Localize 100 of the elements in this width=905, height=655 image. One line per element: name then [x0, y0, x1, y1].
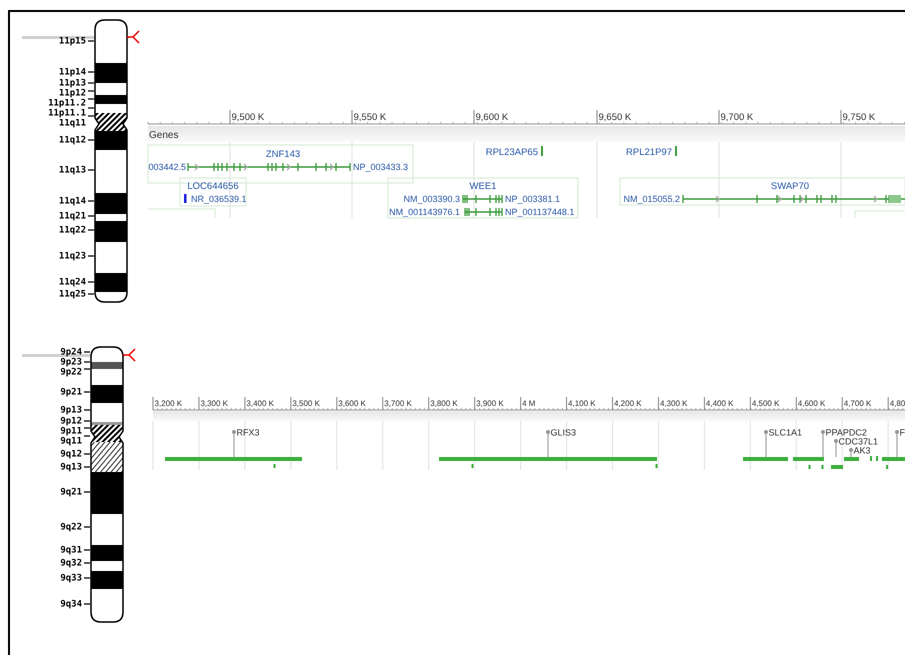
band-label: 11q11 — [58, 118, 86, 128]
band-label: 9q11 — [60, 436, 82, 446]
tick-mark — [88, 229, 94, 231]
ruler-label: 4,400 K — [706, 399, 734, 408]
tick-mark — [84, 577, 90, 579]
gene-label: GLIS3 — [550, 428, 576, 438]
accession-label: NP_003381.1 — [505, 194, 560, 204]
ruler-label: 3,200 K — [154, 399, 182, 408]
ruler-label: 4,80 — [890, 399, 905, 408]
tick-mark — [88, 281, 94, 283]
tick-mark — [88, 255, 94, 257]
ruler-label: 3,300 K — [200, 399, 228, 408]
gene-label: SWAP70 — [770, 181, 810, 192]
gene-label: PPAPDC2 — [826, 428, 867, 438]
gene-pin — [232, 430, 236, 458]
accession-label: NR_036539.1 — [191, 194, 247, 204]
gene-model — [462, 195, 503, 203]
band-label: 9p22 — [60, 367, 82, 378]
gene-pin — [821, 430, 825, 458]
tick-mark — [88, 293, 94, 295]
ruler-label: 9,550 K — [354, 112, 386, 123]
tick-mark — [84, 562, 90, 564]
band-label: 9q13 — [60, 462, 82, 472]
band-label: 9p24 — [60, 347, 82, 358]
position-marker-icon — [122, 348, 136, 362]
tick-mark — [84, 409, 90, 411]
band-label: 9p11 — [60, 426, 82, 436]
band-label: 9p13 — [60, 405, 82, 416]
position-marker-icon — [126, 30, 140, 44]
ruler-label: 9,500 K — [232, 112, 264, 123]
tick-mark — [84, 466, 90, 468]
gene-bar — [831, 465, 843, 469]
accession-label: 003442.5 — [148, 162, 186, 172]
gene-bar — [184, 194, 186, 203]
band-label: 11q21 — [58, 211, 86, 222]
gene-bar — [793, 457, 824, 461]
accession-label: NM_001143976.1 — [389, 207, 460, 217]
ruler-label: 4,100 K — [568, 399, 596, 408]
ruler-label: 3,700 K — [384, 399, 412, 408]
gene-label: WEE1 — [470, 181, 496, 192]
ruler-label: 4,700 K — [844, 399, 872, 408]
gene-pin — [834, 439, 838, 458]
ruler-label: 3,800 K — [430, 399, 458, 408]
band-label: 9p23 — [60, 357, 82, 368]
tick-mark — [84, 351, 90, 353]
tick-mark — [88, 169, 94, 171]
band-label: 9q21 — [60, 487, 82, 498]
tick-mark — [88, 215, 94, 217]
band-label: 11q13 — [58, 165, 86, 176]
band-label: 9q32 — [60, 558, 82, 568]
band-label: 11q22 — [58, 225, 86, 236]
gene-label: SLC1A1 — [768, 428, 802, 438]
ruler-label: 9,700 K — [720, 112, 754, 123]
accession-label: NM_015055.2 — [623, 194, 680, 204]
band-label: 9q34 — [60, 599, 82, 610]
gene-pin — [546, 430, 550, 458]
accession-label: NM_003390.3 — [403, 194, 460, 204]
tick-mark — [88, 40, 94, 42]
gene-bar — [844, 457, 859, 461]
feature-box — [854, 210, 905, 218]
band-label: 11p14 — [58, 67, 86, 78]
tick-mark — [84, 391, 90, 393]
feature-box — [148, 208, 216, 218]
gene-label: CDC37L1 — [838, 436, 878, 446]
gene-label: ZNF143 — [266, 149, 300, 160]
gene-label: AK3 — [854, 446, 871, 456]
band-label: 9q12 — [60, 449, 82, 460]
band-label: 11q12 — [58, 135, 86, 146]
gene-label: F — [900, 428, 905, 438]
band-label: 11p11.1 — [48, 108, 86, 118]
band-label: 11q24 — [58, 277, 86, 288]
gene-label: RPL21P97 — [626, 147, 672, 158]
gene-pin — [849, 448, 853, 458]
gene-pin — [895, 430, 899, 458]
gene-label: RPL23AP65 — [486, 147, 538, 158]
ruler-label: 9,650 K — [598, 112, 632, 123]
ruler-label: 9,600 K — [476, 112, 508, 123]
band-label: 11p11.2 — [48, 98, 86, 108]
band-label: 9q22 — [60, 522, 82, 532]
track-title: Genes — [149, 130, 178, 141]
band-label: 11p15 — [58, 36, 86, 46]
ruler-label: 4,200 K — [614, 399, 642, 408]
gene-pin — [764, 430, 768, 458]
ruler-label: 3,500 K — [292, 399, 320, 408]
gene-bar — [882, 457, 905, 461]
band-label: 9p21 — [60, 387, 82, 398]
band-label: 11q14 — [58, 196, 86, 206]
ruler-label: 3,600 K — [338, 399, 366, 408]
accession-label: NP_001137448.1 — [505, 207, 574, 217]
tick-mark — [88, 71, 94, 73]
band-label: 11q25 — [58, 289, 86, 300]
tick-mark — [84, 603, 90, 605]
ruler-label: 4,500 K — [752, 399, 780, 408]
band-label: 9p12 — [60, 416, 82, 426]
band-label: 11p12 — [58, 88, 86, 98]
ruler-label: 4,300 K — [660, 399, 688, 408]
band-label: 11q23 — [58, 251, 86, 262]
tick-mark — [84, 453, 90, 455]
gene-model — [464, 208, 503, 216]
tick-mark — [88, 139, 94, 141]
